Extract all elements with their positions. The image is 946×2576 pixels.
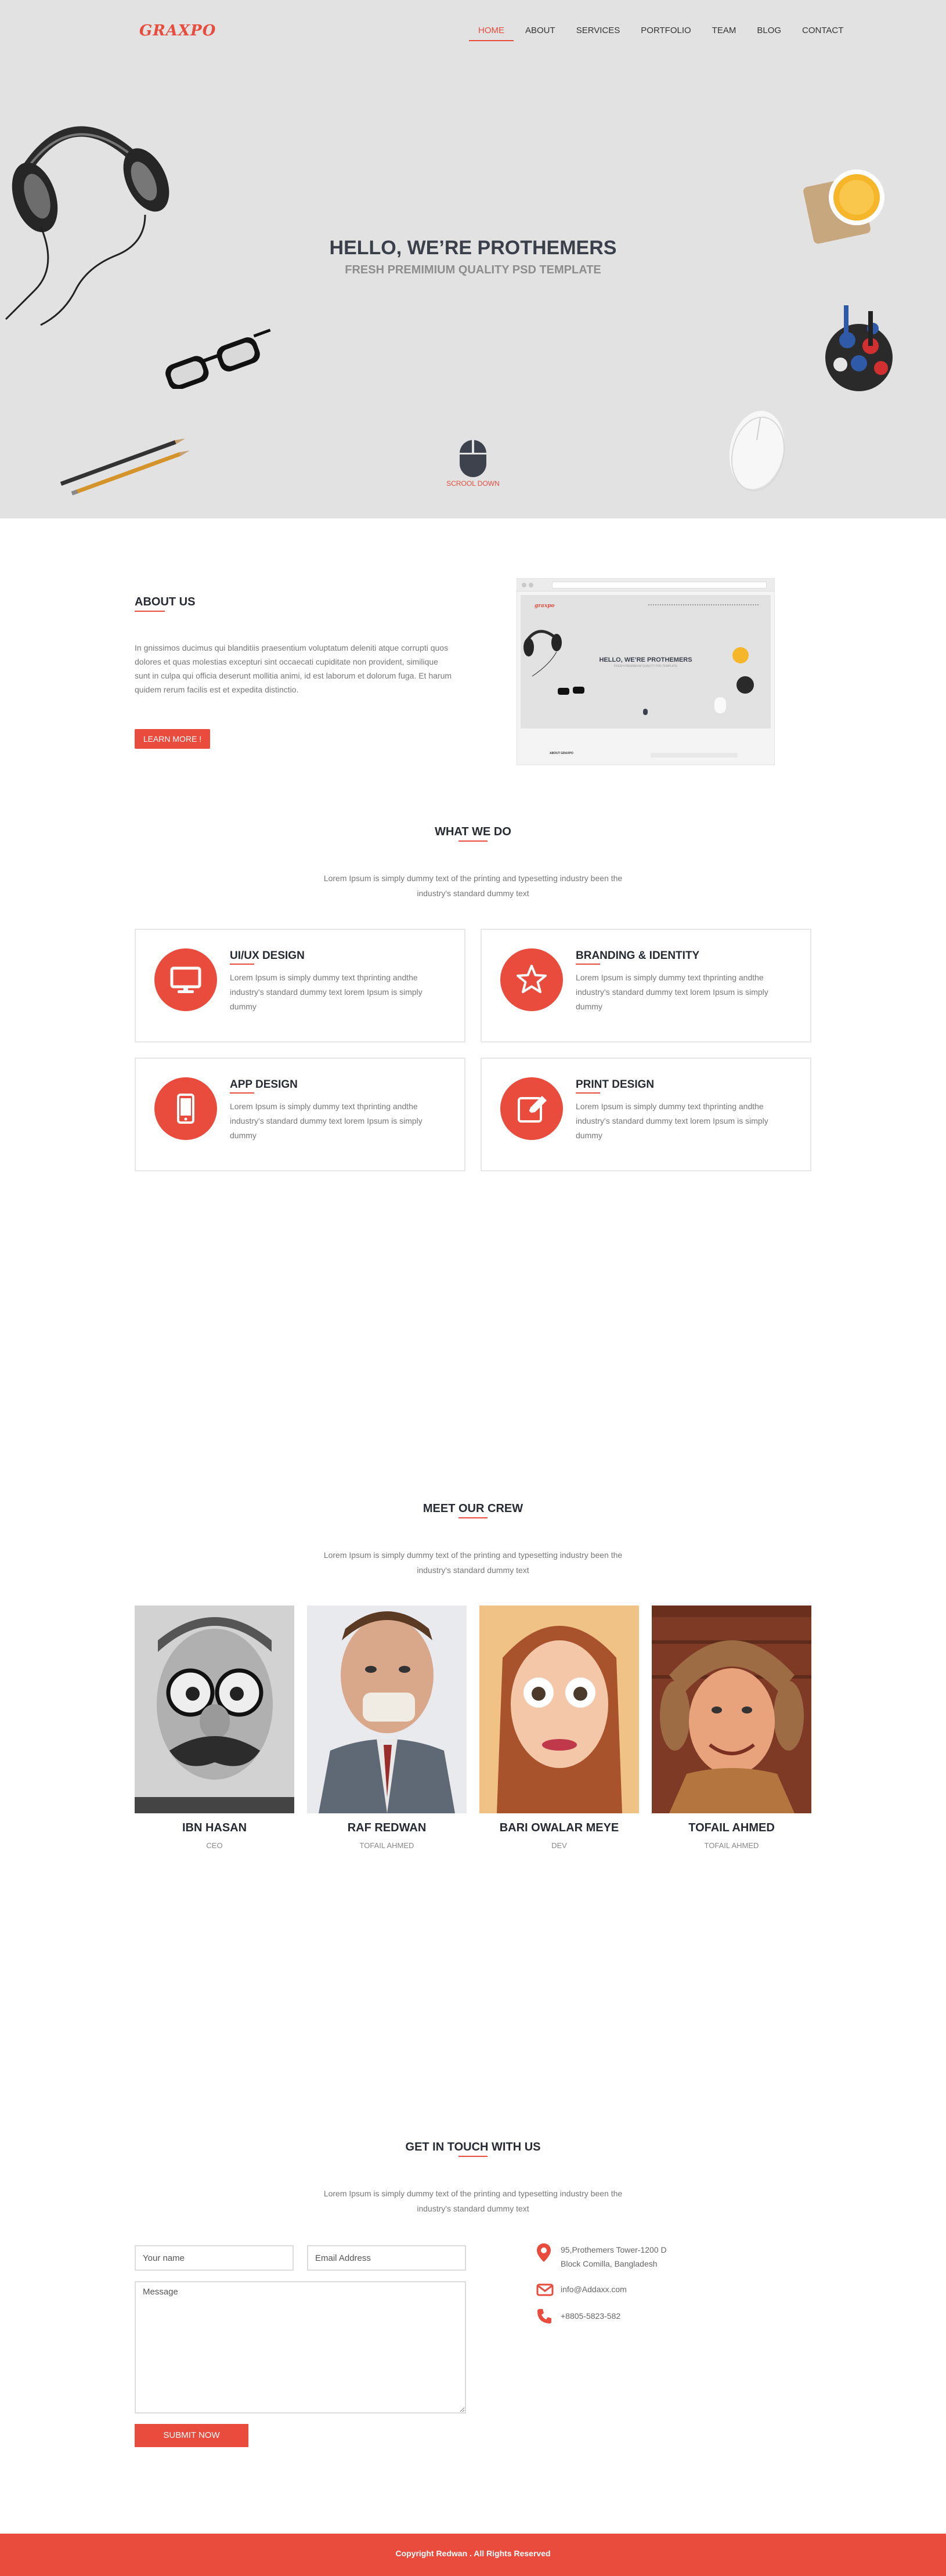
name-field[interactable] [135, 2245, 294, 2271]
marker-cup-image [825, 305, 893, 391]
about-title-underline [135, 611, 165, 612]
member-role: TOFAIL AHMED [704, 1841, 759, 1850]
member-role: DEV [551, 1841, 567, 1850]
service-title: PRINT DESIGN [576, 1078, 655, 1091]
contact-title: GET IN TOUCH WITH US [405, 2141, 541, 2153]
scroll-mouse-icon[interactable] [458, 439, 488, 478]
service-title: UI/UX DESIGN [230, 950, 305, 962]
nav-about[interactable]: ABOUT [516, 21, 565, 41]
contact-title-underline [458, 2156, 488, 2157]
member-portrait-image [479, 1606, 639, 1813]
services-title-underline [458, 840, 488, 842]
member-portrait-image [135, 1606, 294, 1813]
learn-more-button[interactable]: LEARN MORE ! [135, 729, 210, 749]
monitor-icon [170, 966, 201, 993]
website-preview-image: graxpo HELLO, WE’RE PROTHEMERS FRESH PRE… [517, 578, 775, 765]
hero-section: GRAXPO HOME ABOUT SERVICES PORTFOLIO TEA… [0, 0, 946, 518]
about-title: ABOUT US [135, 596, 196, 608]
hero-subtitle: FRESH PREMIMIUM QUALITY PSD TEMPLATE [345, 264, 601, 276]
service-card-print[interactable]: PRINT DESIGN Lorem Ipsum is simply dummy… [481, 1058, 811, 1171]
preview-section-title: ABOUT GRAXPO [550, 752, 573, 755]
member-photo[interactable] [307, 1606, 467, 1813]
member-name: RAF REDWAN [347, 1821, 427, 1834]
preview-logo: graxpo [535, 603, 555, 609]
preview-hero: graxpo HELLO, WE’RE PROTHEMERS FRESH PRE… [521, 595, 771, 728]
service-icon-circle [500, 948, 563, 1011]
service-text: Lorem Ipsum is simply dummy text thprint… [230, 973, 423, 1011]
service-text: Lorem Ipsum is simply dummy text thprint… [576, 1102, 768, 1140]
team-title-underline [458, 1517, 488, 1518]
services-title: WHAT WE DO [435, 825, 511, 838]
contact-desc: Lorem Ipsum is simply dummy text of the … [323, 2189, 623, 2213]
services-desc: Lorem Ipsum is simply dummy text of the … [323, 874, 623, 898]
member-name: TOFAIL AHMED [688, 1821, 775, 1834]
headphones-image [5, 126, 169, 326]
nav-blog[interactable]: BLOG [748, 21, 790, 41]
contact-phone[interactable]: +8805-5823-582 [561, 2309, 620, 2323]
contact-email[interactable]: info@Addaxx.com [561, 2282, 627, 2296]
envelope-icon [536, 2283, 554, 2296]
copyright-text: Copyright Redwan . All Rights Reserved [395, 2549, 551, 2558]
service-title: APP DESIGN [230, 1078, 298, 1091]
nav-contact[interactable]: CONTACT [793, 21, 853, 41]
scroll-down-link[interactable]: SCROOL DOWN [0, 479, 946, 488]
service-icon-circle [500, 1077, 563, 1140]
message-field[interactable] [135, 2281, 466, 2413]
service-text: Lorem Ipsum is simply dummy text thprint… [230, 1102, 423, 1140]
submit-button[interactable]: SUBMIT NOW [135, 2424, 248, 2447]
member-name: BARI OWALAR MEYE [499, 1821, 619, 1834]
member-photo[interactable] [652, 1606, 811, 1813]
about-text: In gnissimos ducimus qui blanditiis prae… [135, 643, 452, 694]
member-portrait-image [652, 1606, 811, 1813]
main-nav: HOME ABOUT SERVICES PORTFOLIO TEAM BLOG … [469, 21, 855, 41]
service-title-underline [576, 964, 600, 965]
nav-home[interactable]: HOME [469, 21, 514, 41]
star-icon [517, 965, 547, 993]
mobile-icon [177, 1094, 194, 1124]
preview-glasses [558, 687, 584, 695]
browser-bar [517, 579, 774, 591]
member-role: TOFAIL AHMED [359, 1841, 414, 1850]
member-portrait-image [307, 1606, 467, 1813]
service-text: Lorem Ipsum is simply dummy text thprint… [576, 973, 768, 1011]
map-marker-icon [537, 2243, 551, 2262]
preview-nav [648, 604, 759, 606]
preview-headphones [523, 630, 562, 677]
nav-team[interactable]: TEAM [703, 21, 746, 41]
service-card-app[interactable]: APP DESIGN Lorem Ipsum is simply dummy t… [135, 1058, 465, 1171]
service-icon-circle [154, 1077, 217, 1140]
team-desc: Lorem Ipsum is simply dummy text of the … [323, 1550, 623, 1575]
service-title-underline [576, 1092, 600, 1094]
email-field[interactable] [307, 2245, 466, 2271]
footer: Copyright Redwan . All Rights Reserved [0, 2534, 946, 2576]
member-name: IBN HASAN [182, 1821, 247, 1834]
hero-title: HELLO, WE’RE PROTHEMERS [329, 237, 617, 259]
member-role: CEO [206, 1841, 223, 1850]
edit-icon [518, 1096, 547, 1123]
service-title-underline [230, 1092, 254, 1094]
nav-portfolio[interactable]: PORTFOLIO [631, 21, 700, 41]
team-title: MEET OUR CREW [423, 1502, 523, 1515]
pencils-image [60, 438, 190, 496]
address-line-1: 95,Prothemers Tower-1200 D [561, 2245, 667, 2254]
phone-icon [537, 2309, 551, 2324]
service-title: BRANDING & IDENTITY [576, 950, 700, 962]
member-photo[interactable] [479, 1606, 639, 1813]
service-title-underline [230, 964, 254, 965]
nav-services[interactable]: SERVICES [567, 21, 630, 41]
preview-subtitle: FRESH PREMIMIUM QUALITY PSD TEMPLATE [613, 665, 678, 668]
glasses-image [165, 329, 271, 389]
logo[interactable]: GRAXPO [139, 22, 216, 39]
service-card-uiux[interactable]: UI/UX DESIGN Lorem Ipsum is simply dummy… [135, 929, 465, 1042]
member-photo[interactable] [135, 1606, 294, 1813]
service-card-branding[interactable]: BRANDING & IDENTITY Lorem Ipsum is simpl… [481, 929, 811, 1042]
address-line-2: Block Comilla, Bangladesh [561, 2259, 658, 2268]
service-icon-circle [154, 948, 217, 1011]
